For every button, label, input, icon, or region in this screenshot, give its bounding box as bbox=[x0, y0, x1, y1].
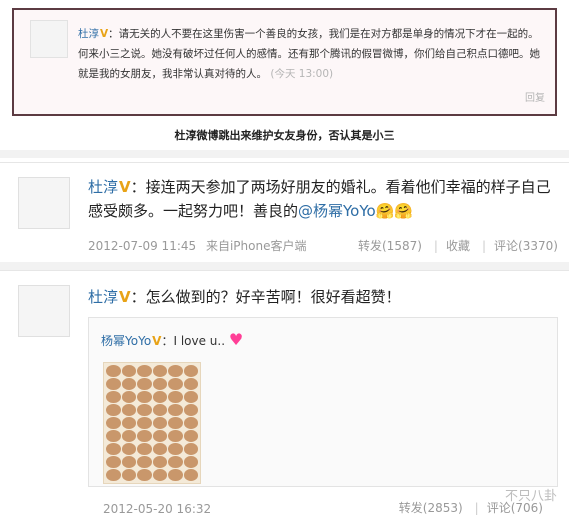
quoted-author-link[interactable]: 杨幂YoYo bbox=[101, 334, 151, 348]
quoted-body: ：I love u.. bbox=[161, 334, 226, 348]
author-link[interactable]: 杜淳 bbox=[78, 28, 99, 40]
post-text: 杜淳V：接连两天参加了两场好朋友的婚礼。看着他们幸福的样子自己感受颇多。一起努力… bbox=[88, 175, 558, 223]
post-meta: 2012-07-09 11:45 来自iPhone客户端 bbox=[88, 237, 306, 254]
avatar[interactable] bbox=[18, 177, 70, 229]
author-link[interactable]: 杜淳 bbox=[88, 288, 118, 306]
post-time: (今天 13:00) bbox=[270, 68, 334, 80]
verified-icon: V bbox=[119, 178, 131, 196]
verified-icon: V bbox=[119, 288, 131, 306]
author-link[interactable]: 杜淳 bbox=[88, 178, 118, 196]
post-time[interactable]: 2012-07-09 11:45 bbox=[88, 239, 196, 253]
emoji-icon: 🤗🤗 bbox=[375, 202, 414, 220]
repost-button[interactable]: 转发(2853) bbox=[399, 501, 463, 515]
post-body: ：怎么做到的？好辛苦啊！很好看超赞！ bbox=[130, 288, 401, 306]
post-source[interactable]: 来自iPhone客户端 bbox=[206, 239, 307, 253]
separator bbox=[0, 150, 569, 158]
avatar[interactable] bbox=[30, 20, 68, 58]
favorite-button[interactable]: 收藏 bbox=[446, 239, 470, 253]
post-text: 杜淳V：怎么做到的？好辛苦啊！很好看超赞！ bbox=[88, 285, 558, 309]
heart-icon: ♥ bbox=[228, 330, 244, 349]
quoted-post: 杨幂YoYoV：I love u.. ♥ 2012-05-20 16:32 转发… bbox=[88, 317, 558, 516]
verified-icon: V bbox=[100, 28, 109, 40]
mention-link[interactable]: @杨幂YoYo bbox=[298, 202, 376, 220]
comment-button[interactable]: 评论(3370) bbox=[494, 239, 558, 253]
separator bbox=[0, 262, 569, 270]
caption: 杜淳微博跳出来维护女友身份，否认其是小三 bbox=[174, 129, 395, 142]
post-text: 杜淳V：请无关的人不要在这里伤害一个善良的女孩，我们是在对方都是单身的情况下才在… bbox=[78, 24, 548, 84]
post-actions: 转发(1587) | 收藏 | 评论(3370) bbox=[358, 239, 558, 253]
weibo-post-1: 杜淳V：请无关的人不要在这里伤害一个善良的女孩，我们是在对方都是单身的情况下才在… bbox=[12, 8, 557, 116]
avatar[interactable] bbox=[18, 285, 70, 337]
weibo-post-2: 杜淳V：接连两天参加了两场好朋友的婚礼。看着他们幸福的样子自己感受颇多。一起努力… bbox=[0, 162, 569, 262]
weibo-post-3: 杜淳V：怎么做到的？好辛苦啊！很好看超赞！ 杨幂YoYoV：I love u..… bbox=[0, 270, 569, 522]
quoted-text: 杨幂YoYoV：I love u.. ♥ bbox=[101, 330, 243, 349]
watermark: 不只八卦 bbox=[504, 489, 557, 504]
quoted-image[interactable] bbox=[103, 362, 201, 484]
reply-button[interactable]: 回复 bbox=[525, 89, 545, 104]
post-time[interactable]: 2012-05-20 16:32 bbox=[103, 502, 211, 516]
repost-button[interactable]: 转发(1587) bbox=[358, 239, 422, 253]
